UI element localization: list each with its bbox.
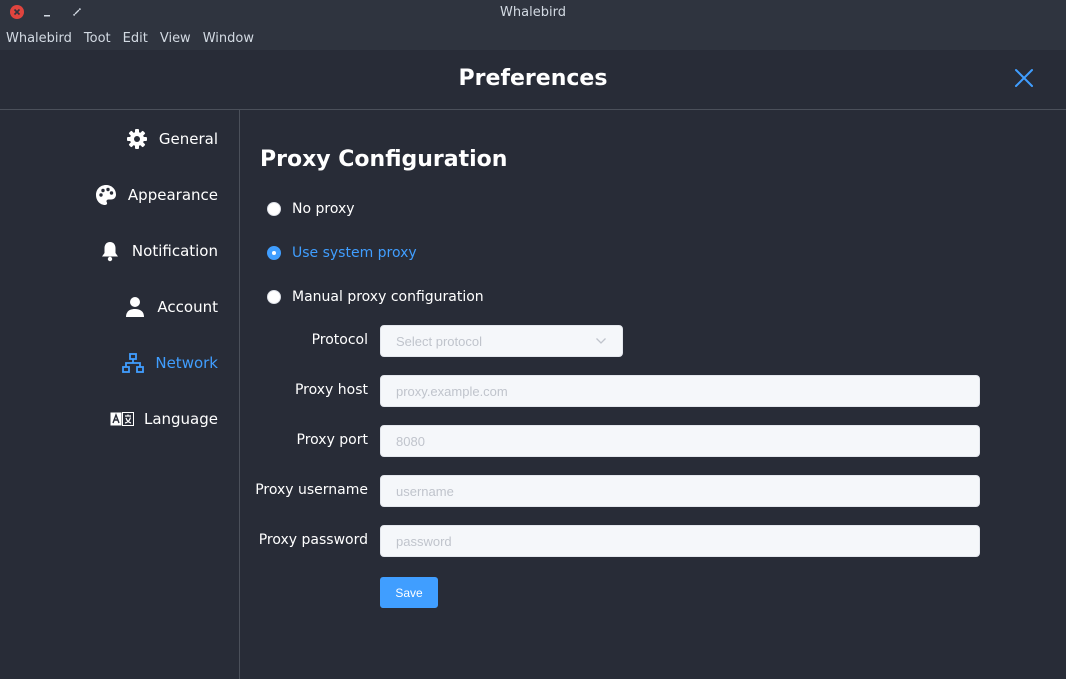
proxy-password-label: Proxy password (258, 532, 368, 548)
menu-window[interactable]: Window (203, 31, 254, 46)
sidebar-item-appearance[interactable]: Appearance (94, 181, 218, 209)
sidebar-item-label: Notification (131, 242, 218, 260)
sidebar-item-label: Language (143, 410, 218, 428)
radio-button[interactable] (267, 202, 281, 216)
proxy-port-label: Proxy port (296, 432, 369, 448)
section-title: Proxy Configuration (260, 147, 508, 172)
sidebar: General Appearance Notification Account … (0, 110, 240, 679)
language-icon (110, 407, 134, 431)
radio-manual-proxy[interactable]: Manual proxy configuration (267, 287, 484, 307)
protocol-label: Protocol (311, 332, 368, 348)
sidebar-item-account[interactable]: Account (123, 293, 218, 321)
sidebar-item-general[interactable]: General (125, 125, 218, 153)
title-bar: Whalebird (0, 0, 1066, 26)
proxy-password-input[interactable] (396, 533, 964, 549)
sidebar-item-label: Appearance (127, 186, 218, 204)
window-title: Whalebird (500, 5, 566, 20)
proxy-port-field (380, 425, 980, 457)
user-icon (123, 295, 147, 319)
chevron-down-icon (596, 338, 606, 344)
sidebar-item-label: Account (157, 298, 218, 316)
proxy-username-field (380, 475, 980, 507)
proxy-host-input[interactable] (396, 383, 964, 399)
radio-system-proxy[interactable]: Use system proxy (267, 243, 417, 263)
radio-button[interactable] (267, 246, 281, 260)
network-icon (121, 351, 145, 375)
radio-label: Use system proxy (292, 245, 417, 261)
proxy-host-label: Proxy host (294, 382, 368, 398)
main-panel: Proxy Configuration No proxy Use system … (240, 110, 1066, 679)
radio-label: Manual proxy configuration (292, 289, 484, 305)
sidebar-item-label: Network (155, 354, 218, 372)
menu-bar: Whalebird Toot Edit View Window (0, 26, 1066, 50)
bell-icon (98, 239, 122, 263)
menu-whalebird[interactable]: Whalebird (6, 31, 72, 46)
gear-icon (125, 127, 149, 151)
proxy-port-input[interactable] (396, 433, 964, 449)
preferences-header: Preferences (0, 50, 1066, 110)
radio-button[interactable] (267, 290, 281, 304)
save-button[interactable]: Save (380, 577, 438, 608)
radio-label: No proxy (292, 201, 355, 217)
protocol-select[interactable]: Select protocol (380, 325, 623, 357)
sidebar-item-notification[interactable]: Notification (98, 237, 218, 265)
proxy-password-field (380, 525, 980, 557)
close-icon[interactable] (1013, 67, 1035, 89)
radio-no-proxy[interactable]: No proxy (267, 199, 355, 219)
palette-icon (94, 183, 118, 207)
sidebar-item-label: General (158, 130, 218, 148)
menu-view[interactable]: View (160, 31, 191, 46)
sidebar-item-language[interactable]: Language (110, 405, 218, 433)
proxy-username-label: Proxy username (255, 482, 368, 498)
proxy-host-field (380, 375, 980, 407)
sidebar-item-network[interactable]: Network (121, 349, 218, 377)
proxy-username-input[interactable] (396, 483, 964, 499)
menu-toot[interactable]: Toot (84, 31, 111, 46)
page-title: Preferences (458, 66, 608, 91)
protocol-select-placeholder: Select protocol (396, 333, 482, 349)
menu-edit[interactable]: Edit (123, 31, 148, 46)
